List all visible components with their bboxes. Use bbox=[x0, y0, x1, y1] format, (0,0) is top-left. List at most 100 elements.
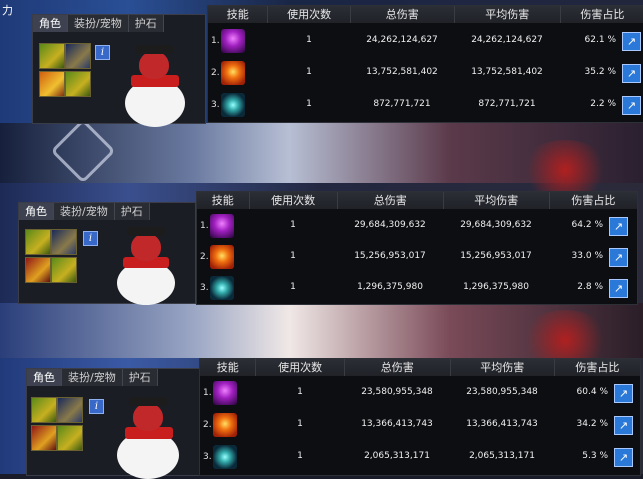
average-damage: 1,296,375,980 bbox=[463, 282, 529, 292]
table-row: 1. 1 29,684,309,632 29,684,309,632 64.2 … bbox=[197, 211, 637, 242]
share-icon[interactable]: ↗ bbox=[622, 32, 641, 51]
table-row: 2. 1 13,366,413,743 13,366,413,743 34.2 … bbox=[200, 410, 640, 441]
uses-count: 1 bbox=[297, 451, 303, 461]
table-row: 3. 1 2,065,313,171 2,065,313,171 5.3 % ↗ bbox=[200, 442, 640, 473]
equipment-slot[interactable] bbox=[31, 397, 57, 423]
tab-character[interactable]: 角色 bbox=[27, 369, 62, 386]
equipment-slot[interactable] bbox=[51, 257, 77, 283]
total-damage: 23,580,955,348 bbox=[361, 387, 433, 397]
uses-count: 1 bbox=[306, 67, 312, 77]
damage-stats-table: 技能 使用次数 总伤害 平均伤害 伤害占比 1. 1 29,684,309,63… bbox=[196, 191, 638, 305]
row-index: 1. bbox=[200, 221, 209, 231]
swirl-skill-icon bbox=[213, 445, 237, 469]
uses-count: 1 bbox=[306, 99, 312, 109]
table-row: 2. 1 13,752,581,402 13,752,581,402 35.2 … bbox=[208, 58, 643, 89]
total-damage: 13,752,581,402 bbox=[366, 67, 438, 77]
character-panel: 角色 装扮/宠物 护石 i bbox=[18, 202, 196, 305]
tab-character[interactable]: 角色 bbox=[33, 15, 68, 32]
purple-skill-icon bbox=[213, 381, 237, 405]
top-left-text: 力 bbox=[2, 4, 13, 17]
table-row: 2. 1 15,256,953,017 15,256,953,017 33.0 … bbox=[197, 242, 637, 273]
table-row: 1. 1 24,262,124,627 24,262,124,627 62.1 … bbox=[208, 26, 643, 57]
tab-costume-pet[interactable]: 装扮/宠物 bbox=[62, 369, 123, 386]
character-panel: 角色 装扮/宠物 护石 i bbox=[32, 14, 206, 127]
total-damage: 29,684,309,632 bbox=[354, 220, 426, 230]
row-index: 2. bbox=[203, 420, 212, 430]
row-index: 2. bbox=[200, 252, 209, 262]
uses-count: 1 bbox=[290, 282, 296, 292]
share-icon[interactable]: ↗ bbox=[609, 279, 628, 298]
header-damage-share: 伤害占比 bbox=[554, 359, 640, 376]
total-damage: 15,256,953,017 bbox=[354, 251, 426, 261]
header-total-damage: 总伤害 bbox=[337, 192, 444, 209]
header-damage-share: 伤害占比 bbox=[560, 6, 643, 23]
damage-share: 35.2 % bbox=[584, 67, 616, 77]
header-total-damage: 总伤害 bbox=[344, 359, 451, 376]
swirl-skill-icon bbox=[210, 276, 234, 300]
tab-character[interactable]: 角色 bbox=[19, 203, 54, 220]
equipment-slot[interactable] bbox=[57, 397, 83, 423]
equipment-slot[interactable] bbox=[39, 43, 65, 69]
equipment-slot[interactable] bbox=[51, 229, 77, 255]
uses-count: 1 bbox=[297, 419, 303, 429]
purple-skill-icon bbox=[221, 29, 245, 53]
average-damage: 872,771,721 bbox=[478, 99, 536, 109]
table-row: 3. 1 872,771,721 872,771,721 2.2 % ↗ bbox=[208, 90, 643, 121]
header-average-damage: 平均伤害 bbox=[454, 6, 561, 23]
share-icon[interactable]: ↗ bbox=[622, 96, 641, 115]
equipment-slot[interactable] bbox=[57, 425, 83, 451]
equipment-slot[interactable] bbox=[65, 71, 91, 97]
share-icon[interactable]: ↗ bbox=[622, 64, 641, 83]
character-tabs: 角色 装扮/宠物 护石 bbox=[33, 15, 205, 32]
damage-share: 2.2 % bbox=[590, 99, 616, 109]
header-uses: 使用次数 bbox=[256, 359, 345, 376]
total-damage: 24,262,124,627 bbox=[366, 35, 438, 45]
share-icon[interactable]: ↗ bbox=[609, 217, 628, 236]
table-row: 3. 1 1,296,375,980 1,296,375,980 2.8 % ↗ bbox=[197, 273, 637, 304]
share-icon[interactable]: ↗ bbox=[614, 448, 633, 467]
average-damage: 13,752,581,402 bbox=[471, 67, 543, 77]
table-header: 技能 使用次数 总伤害 平均伤害 伤害占比 bbox=[208, 6, 643, 23]
tab-talisman[interactable]: 护石 bbox=[114, 203, 150, 220]
table-row: 1. 1 23,580,955,348 23,580,955,348 60.4 … bbox=[200, 378, 640, 409]
swirl-skill-icon bbox=[221, 93, 245, 117]
row-index: 3. bbox=[200, 283, 209, 293]
header-damage-share: 伤害占比 bbox=[549, 192, 637, 209]
header-uses: 使用次数 bbox=[268, 6, 351, 23]
damage-share: 33.0 % bbox=[571, 251, 603, 261]
share-icon[interactable]: ↗ bbox=[614, 384, 633, 403]
total-damage: 2,065,313,171 bbox=[364, 451, 430, 461]
character-avatar bbox=[105, 225, 193, 305]
info-icon[interactable]: i bbox=[83, 231, 98, 246]
total-damage: 872,771,721 bbox=[373, 99, 431, 109]
info-icon[interactable]: i bbox=[89, 399, 104, 414]
row-index: 1. bbox=[211, 36, 220, 46]
uses-count: 1 bbox=[290, 251, 296, 261]
header-uses: 使用次数 bbox=[249, 192, 338, 209]
share-icon[interactable]: ↗ bbox=[609, 248, 628, 267]
tab-costume-pet[interactable]: 装扮/宠物 bbox=[54, 203, 115, 220]
average-damage: 13,366,413,743 bbox=[466, 419, 538, 429]
equipment-slot[interactable] bbox=[25, 229, 51, 255]
average-damage: 24,262,124,627 bbox=[471, 35, 543, 45]
total-damage: 1,296,375,980 bbox=[357, 282, 423, 292]
tab-talisman[interactable]: 护石 bbox=[128, 15, 164, 32]
damage-share: 2.8 % bbox=[577, 282, 603, 292]
equipment-slot[interactable] bbox=[25, 257, 51, 283]
header-average-damage: 平均伤害 bbox=[443, 192, 550, 209]
total-damage: 13,366,413,743 bbox=[361, 419, 433, 429]
equipment-slot[interactable] bbox=[39, 71, 65, 97]
table-header: 技能 使用次数 总伤害 平均伤害 伤害占比 bbox=[197, 192, 637, 209]
damage-share: 64.2 % bbox=[571, 220, 603, 230]
tab-costume-pet[interactable]: 装扮/宠物 bbox=[68, 15, 129, 32]
tab-talisman[interactable]: 护石 bbox=[122, 369, 158, 386]
share-icon[interactable]: ↗ bbox=[614, 416, 633, 435]
equipment-slot[interactable] bbox=[65, 43, 91, 69]
damage-share: 5.3 % bbox=[582, 451, 608, 461]
uses-count: 1 bbox=[306, 35, 312, 45]
row-index: 1. bbox=[203, 388, 212, 398]
info-icon[interactable]: i bbox=[95, 45, 110, 60]
uses-count: 1 bbox=[297, 387, 303, 397]
equipment-slot[interactable] bbox=[31, 425, 57, 451]
damage-stats-table: 技能 使用次数 总伤害 平均伤害 伤害占比 1. 1 24,262,124,62… bbox=[207, 5, 643, 123]
